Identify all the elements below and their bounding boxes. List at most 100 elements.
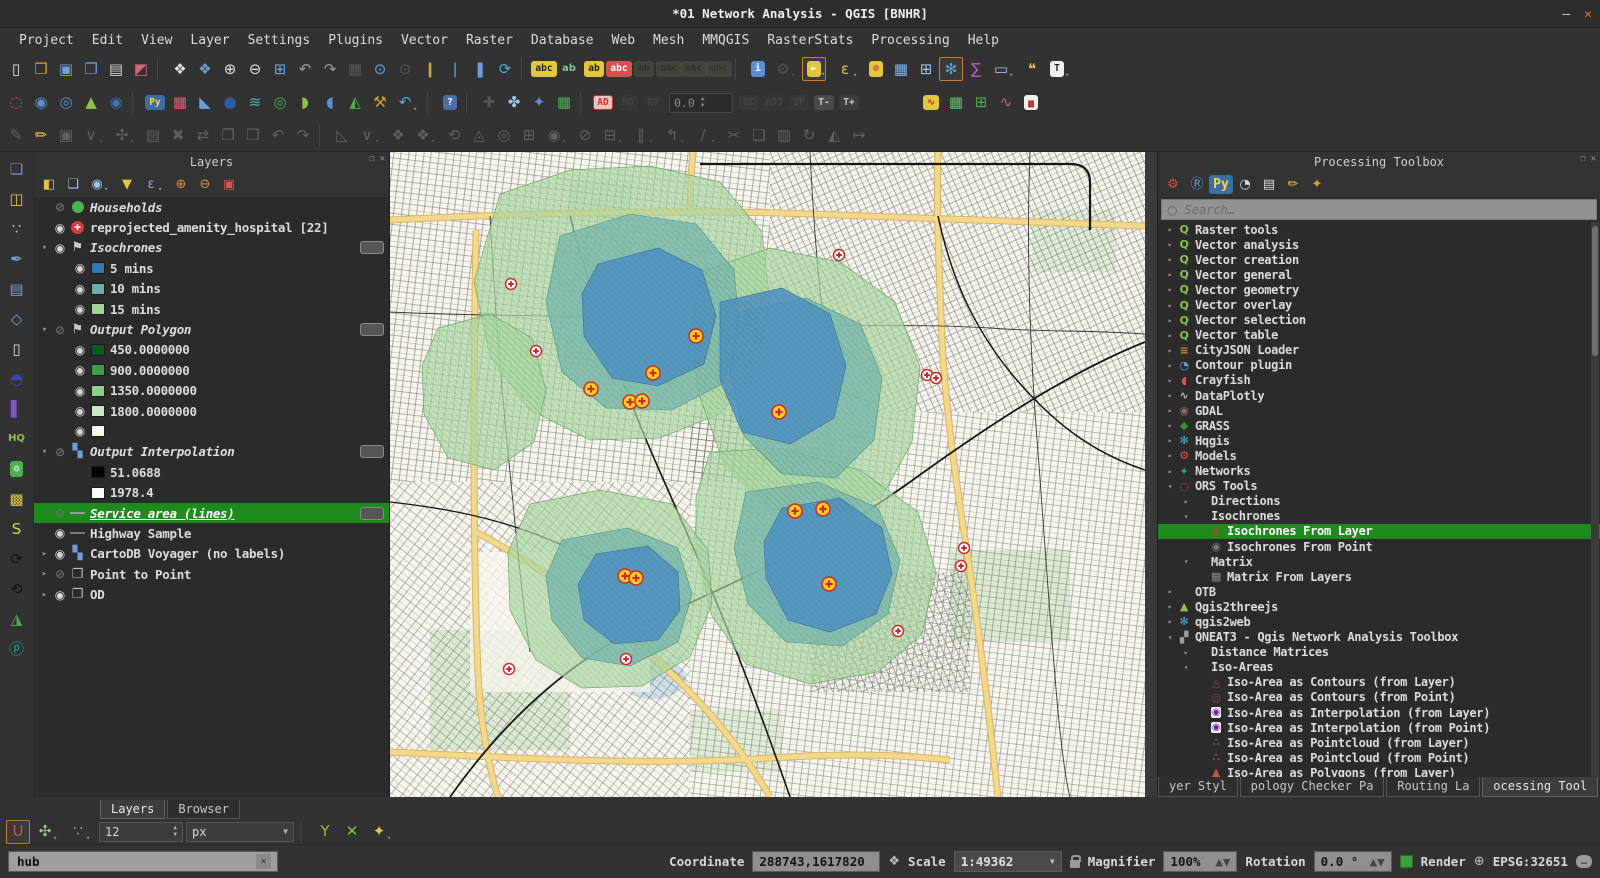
render-checkbox[interactable]: [1400, 855, 1413, 868]
algorithm-item[interactable]: ▸∿DataPlotly: [1158, 388, 1600, 403]
algorithm-item[interactable]: ▸✦Networks: [1158, 464, 1600, 479]
expander-icon[interactable]: ▸: [1164, 361, 1176, 370]
hqgis-icon[interactable]: HQ: [4, 426, 30, 452]
visibility-toggle-icon[interactable]: ◉: [71, 363, 89, 377]
expander-icon[interactable]: ▾: [1180, 512, 1192, 521]
cityjson-loader-icon[interactable]: ▌: [4, 396, 30, 422]
processing-search-box[interactable]: ○: [1161, 199, 1597, 220]
layer-item[interactable]: ⊘Households: [34, 197, 389, 217]
snapping-intersection-icon[interactable]: ✕: [340, 820, 364, 844]
algorithm-item[interactable]: ▸◉GDAL: [1158, 403, 1600, 418]
search-layers-icon[interactable]: ◎: [4, 456, 30, 482]
sld4raster-icon[interactable]: ▦: [944, 91, 968, 115]
expander-icon[interactable]: ▸: [1164, 391, 1176, 400]
algorithm-item[interactable]: ▾▞QNEAT3 - Qgis Network Analysis Toolbox: [1158, 630, 1600, 645]
expander-icon[interactable]: ▸: [1164, 602, 1176, 611]
refresh-map-icon[interactable]: ⟳: [493, 57, 517, 81]
toggle-editing-icon[interactable]: ✏: [29, 123, 53, 147]
processing-toolbox-icon[interactable]: ✻: [939, 57, 963, 81]
edit-features-inplace-icon[interactable]: ✏: [1282, 173, 1304, 195]
new-print-layout-icon[interactable]: ❐: [79, 57, 103, 81]
add-xyz-layer-icon[interactable]: ∵: [4, 216, 30, 242]
terrain-profile-icon[interactable]: ◭: [343, 91, 367, 115]
new-bookmark-icon[interactable]: ❙: [418, 57, 442, 81]
help-icon[interactable]: ?: [438, 91, 462, 115]
add-postgis-layer-icon[interactable]: ▤: [4, 276, 30, 302]
csw-globe-icon[interactable]: ◎: [54, 91, 78, 115]
expander-icon[interactable]: ▸: [1164, 346, 1176, 355]
add-table-icon[interactable]: ⊞: [969, 91, 993, 115]
algorithm-item[interactable]: ▸≡CityJSON Loader: [1158, 343, 1600, 358]
layer-edit-widget-badge[interactable]: [360, 507, 384, 520]
coordinate-field[interactable]: 288743,1617820: [752, 851, 880, 872]
layer-item[interactable]: ▸⊘❐Point to Point: [34, 564, 389, 584]
algorithm-item[interactable]: ▸QVector general: [1158, 267, 1600, 282]
layer-themes-icon[interactable]: ◉▾: [86, 173, 108, 195]
processing-search-input[interactable]: [1182, 202, 1591, 218]
map-canvas[interactable]: [390, 152, 1157, 797]
pin-labels-icon[interactable]: ab: [582, 57, 606, 81]
menu-raster[interactable]: Raster: [457, 31, 522, 50]
expander-icon[interactable]: ▾: [38, 325, 51, 335]
layer-item[interactable]: ◉✚reprojected_amenity_hospital [22]: [34, 217, 389, 237]
visibility-toggle-icon[interactable]: ◉: [71, 404, 89, 418]
dataplotly-icon[interactable]: ▦: [168, 91, 192, 115]
algorithm-item[interactable]: ▸QVector table: [1158, 328, 1600, 343]
algorithm-item[interactable]: ▸⚙Models: [1158, 448, 1600, 463]
qgis2threejs-icon[interactable]: ▲: [79, 91, 103, 115]
locator-search-input[interactable]: [15, 853, 215, 870]
expander-icon[interactable]: ▸: [38, 569, 51, 579]
algorithm-item[interactable]: ◉Iso-Area as Interpolation (from Point): [1158, 720, 1600, 735]
field-calculator-icon[interactable]: ⊞: [914, 57, 938, 81]
topology-network-icon[interactable]: ✦: [527, 91, 551, 115]
visibility-toggle-icon[interactable]: ◉: [71, 343, 89, 357]
expander-icon[interactable]: ▸: [1164, 316, 1176, 325]
layer-item[interactable]: ◉450.0000000: [34, 340, 389, 360]
layer-item[interactable]: ◉10 mins: [34, 279, 389, 299]
menu-vector[interactable]: Vector: [392, 31, 457, 50]
advanced-digitizing-ad-button[interactable]: AD: [591, 91, 615, 115]
remove-layer-icon[interactable]: ▣: [218, 173, 240, 195]
algorithm-item[interactable]: ▸Directions: [1158, 494, 1600, 509]
visibility-toggle-icon[interactable]: ◉: [51, 547, 69, 561]
r-scripts-icon[interactable]: Ⓡ: [1186, 173, 1208, 195]
save-project-icon[interactable]: ▣: [54, 57, 78, 81]
magnifier-spinner[interactable]: 100%▲▼: [1163, 851, 1237, 872]
expander-icon[interactable]: ▸: [1164, 467, 1176, 476]
undo-black-icon[interactable]: ⟲: [4, 576, 30, 602]
add-wms-layer-icon[interactable]: ◫: [4, 186, 30, 212]
pan-map-icon[interactable]: ❖: [168, 57, 192, 81]
menu-project[interactable]: Project: [10, 31, 83, 50]
history-icon[interactable]: ◔: [1234, 173, 1256, 195]
algorithm-item[interactable]: ◉Isochrones From Layer: [1158, 524, 1600, 539]
plugin-globe-icon[interactable]: ◓: [4, 366, 30, 392]
algorithm-item[interactable]: ▾Isochrones: [1158, 509, 1600, 524]
menu-processing[interactable]: Processing: [862, 31, 958, 50]
models-icon[interactable]: ⚙: [1162, 173, 1184, 195]
algorithm-item[interactable]: ◉Iso-Area as Interpolation (from Layer): [1158, 705, 1600, 720]
collapse-all-icon[interactable]: ⊖: [194, 173, 216, 195]
close-panel-icon[interactable]: ✕: [380, 154, 385, 164]
visibility-toggle-icon[interactable]: ◉: [51, 241, 69, 255]
contour-plugin-icon[interactable]: ◖: [318, 91, 342, 115]
layer-item[interactable]: ▾⊘▚Output Interpolation: [34, 442, 389, 462]
expand-all-icon[interactable]: ⊕: [170, 173, 192, 195]
expander-icon[interactable]: ▸: [1164, 301, 1176, 310]
clear-search-icon[interactable]: ✕: [256, 854, 271, 869]
style-manager-icon[interactable]: ◩: [129, 57, 153, 81]
algorithm-item[interactable]: ◎Iso-Area as Contours (from Point): [1158, 690, 1600, 705]
algorithm-item[interactable]: ▾Iso-Areas: [1158, 660, 1600, 675]
minimize-button[interactable]: –: [1562, 7, 1570, 22]
searchlayers-icon[interactable]: ◎: [268, 91, 292, 115]
expander-icon[interactable]: ▾: [38, 447, 51, 457]
expander-icon[interactable]: ▸: [1164, 285, 1176, 294]
algorithm-item[interactable]: ▲Iso-Area as Polygons (from Layer): [1158, 765, 1600, 777]
extents-icon[interactable]: ❖: [888, 854, 900, 869]
open-project-icon[interactable]: ❒: [29, 57, 53, 81]
kart-plugin-icon[interactable]: ⓟ: [4, 636, 30, 662]
algorithm-item[interactable]: ▸Distance Matrices: [1158, 645, 1600, 660]
profile-tool-icon[interactable]: ◣: [193, 91, 217, 115]
tab-pology-checker-pa[interactable]: pology Checker Pa: [1240, 777, 1385, 797]
layer-edit-widget-badge[interactable]: [360, 445, 384, 458]
visibility-toggle-icon[interactable]: ◉: [71, 302, 89, 316]
